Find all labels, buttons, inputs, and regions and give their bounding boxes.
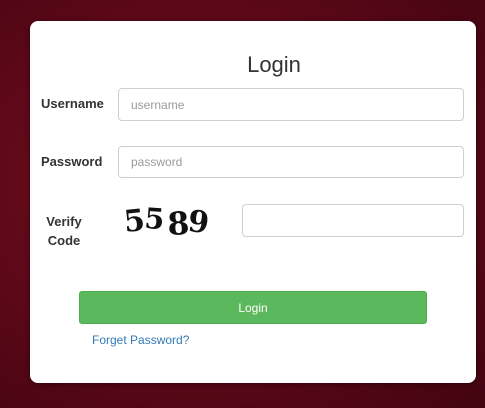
username-label: Username [41,96,104,111]
verify-code-label: Verify Code [40,212,88,250]
captcha-glyph: 5 [143,202,165,237]
forgot-password-link[interactable]: Forget Password? [92,333,189,347]
verify-label-line2: Code [47,233,81,248]
login-button[interactable]: Login [79,291,427,324]
password-input[interactable] [118,146,464,178]
username-input[interactable] [118,88,464,121]
verify-label-line1: Verify [46,214,82,229]
captcha-image[interactable]: 5589 [122,199,220,245]
page-title: Login [247,52,301,77]
verify-code-input[interactable] [242,204,464,237]
captcha-glyph: 9 [185,203,210,242]
password-label: Password [41,154,103,169]
login-card: Login Username Password Verify Code 5589… [30,21,476,383]
